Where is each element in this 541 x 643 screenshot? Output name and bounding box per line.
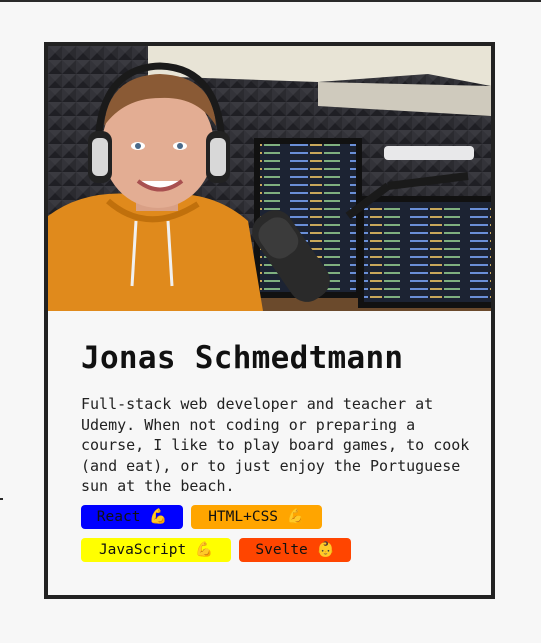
- skill-label: Svelte 👶: [255, 542, 335, 558]
- skill-badge-svelte: Svelte 👶: [239, 538, 351, 562]
- profile-photo: [48, 46, 491, 311]
- skill-label: JavaScript 💪: [98, 542, 214, 558]
- profile-card: Jonas Schmedtmann Full-stack web develop…: [44, 42, 495, 599]
- skill-badge-react: React 💪: [81, 505, 183, 529]
- window-top-border: [0, 0, 541, 2]
- skill-label: React 💪: [96, 509, 168, 525]
- skill-label: HTML+CSS 💪: [208, 509, 305, 525]
- skill-badge-html-css: HTML+CSS 💪: [191, 505, 322, 529]
- window-left-marker: [0, 498, 3, 500]
- profile-photo-illustration: [48, 46, 491, 311]
- skill-badge-javascript: JavaScript 💪: [81, 538, 231, 562]
- profile-name: Jonas Schmedtmann: [81, 340, 404, 376]
- profile-bio: Full-stack web developer and teacher at …: [81, 395, 470, 495]
- profile-content: Jonas Schmedtmann Full-stack web develop…: [81, 340, 471, 497]
